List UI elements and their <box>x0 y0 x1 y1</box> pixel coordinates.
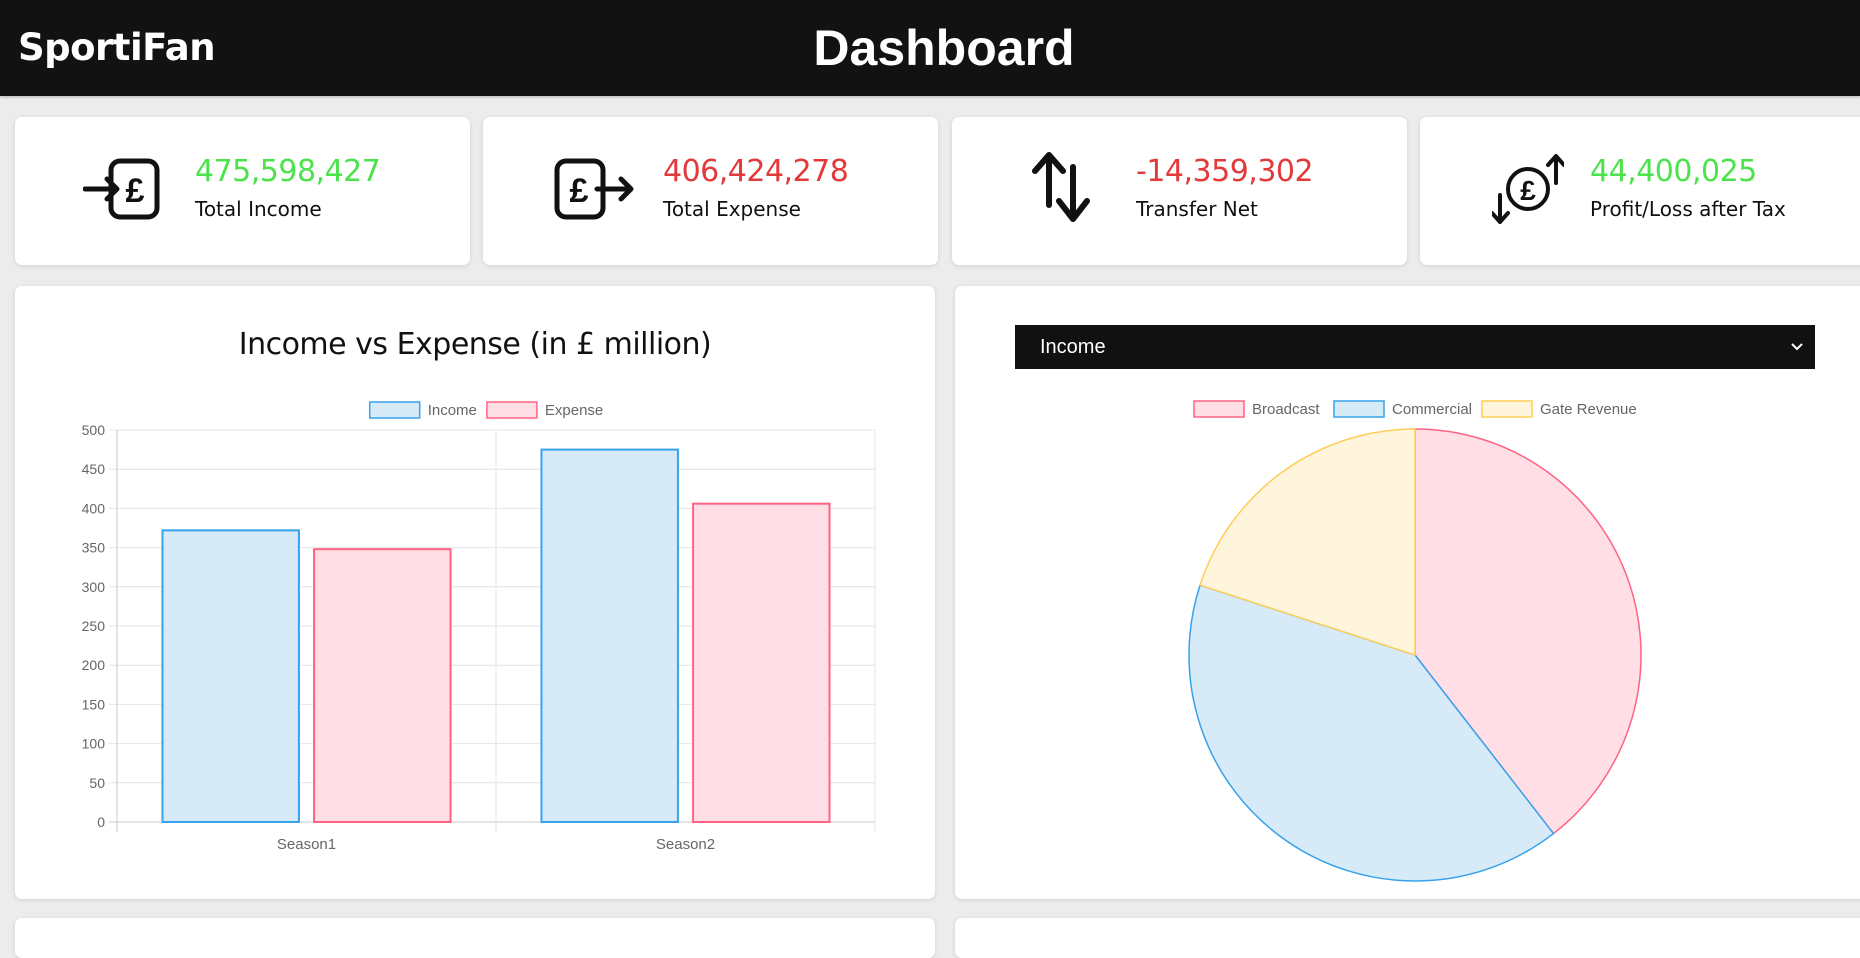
y-tick-label: 350 <box>82 540 106 556</box>
legend-swatch-broadcast <box>1193 400 1245 418</box>
chevron-down-icon <box>1791 343 1803 351</box>
legend-label-gate-revenue: Gate Revenue <box>1540 401 1637 418</box>
y-tick-label: 150 <box>82 696 106 712</box>
stat-card-profit-loss: £ 44,400,025 Profit/Loss after Tax <box>1420 117 1860 265</box>
transfer-arrows-icon <box>1032 152 1090 222</box>
bar-expense-season2 <box>692 502 831 823</box>
legend-swatch-income <box>368 401 421 419</box>
legend-label-expense: Expense <box>545 402 603 419</box>
y-tick-label: 500 <box>82 422 106 438</box>
x-tick-label: Season1 <box>277 836 336 853</box>
y-tick-label: 250 <box>82 618 106 634</box>
profit-loss-value: 44,400,025 <box>1590 154 1757 189</box>
bar-income-season2 <box>540 448 679 823</box>
y-tick-label: 200 <box>82 657 106 673</box>
y-tick-label: 400 <box>82 500 106 516</box>
legend-label-broadcast: Broadcast <box>1252 401 1320 418</box>
y-tick-label: 100 <box>82 736 106 752</box>
y-tick-label: 50 <box>89 775 105 791</box>
bar-expense-season1 <box>313 548 452 824</box>
bar-income-season1 <box>161 529 300 823</box>
bottom-right-card <box>955 918 1860 958</box>
x-tick-label: Season2 <box>656 836 715 853</box>
legend-label-commercial: Commercial <box>1392 401 1472 418</box>
legend-swatch-commercial <box>1333 400 1385 418</box>
legend-swatch-expense <box>486 401 538 419</box>
legend-swatch-gate-revenue <box>1481 400 1533 418</box>
breakdown-select-value: Income <box>1040 336 1106 358</box>
y-tick-label: 0 <box>97 814 105 830</box>
y-tick-label: 450 <box>82 461 106 477</box>
transfer-net-label: Transfer Net <box>1136 197 1258 221</box>
breakdown-select[interactable]: Income <box>1015 325 1815 369</box>
y-tick-label: 300 <box>82 579 106 595</box>
stat-card-transfer-net: -14,359,302 Transfer Net <box>952 117 1407 265</box>
bottom-left-card <box>15 918 935 958</box>
pound-exchange-icon: £ <box>1492 154 1564 224</box>
breakdown-pie-chart: Broadcast Commercial Gate Revenue <box>1188 400 1642 882</box>
income-expense-bar-chart: 0 50 100 150 200 250 300 350 400 450 500 Season1 Sea… <box>82 401 876 853</box>
profit-loss-label: Profit/Loss after Tax <box>1590 197 1786 221</box>
svg-text:£: £ <box>1520 175 1536 206</box>
transfer-net-value: -14,359,302 <box>1136 154 1314 189</box>
legend-label-income: Income <box>428 402 477 419</box>
